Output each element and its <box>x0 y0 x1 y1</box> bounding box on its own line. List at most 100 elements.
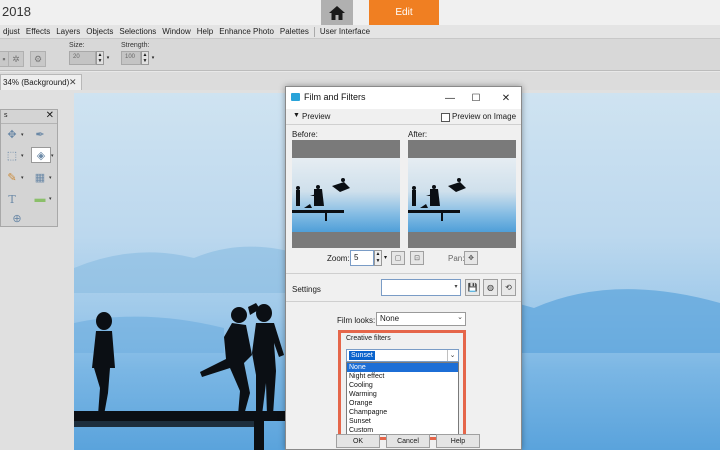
size-dropdown-icon[interactable]: ▾ <box>104 51 112 65</box>
settings-dropdown[interactable] <box>381 279 461 296</box>
menu-palettes[interactable]: Palettes <box>277 27 312 36</box>
document-tab[interactable]: 34% (Background) ✕ <box>0 74 82 90</box>
creative-filters-label: Creative filters <box>346 335 391 342</box>
before-silhouettes <box>292 178 350 221</box>
tools-palette: s ✕ ✥ ▾ ✒ ⬚ ▾ ◈ ▾ ✎ ▾ ▦ ▾ T ▬ ▾ ⊕ <box>0 109 58 227</box>
maximize-icon[interactable]: ☐ <box>468 90 484 106</box>
home-icon <box>329 5 345 20</box>
zoom-to-fit-button[interactable]: ▢ <box>391 251 405 265</box>
document-tab-label: 34% (Background) <box>3 78 70 87</box>
app-title-fragment: 2018 <box>2 4 31 19</box>
minimize-icon[interactable]: — <box>442 90 458 106</box>
film-looks-select[interactable]: None ⌄ <box>376 312 466 326</box>
menu-adjust[interactable]: djust <box>0 27 23 36</box>
creative-filters-group: Creative filters Sunset ⌄ None Night eff… <box>338 330 466 440</box>
tools-palette-title: s <box>4 112 8 119</box>
selection-icon[interactable]: ⬚ <box>5 148 19 162</box>
dropdown-option-warming[interactable]: Warming <box>347 390 458 399</box>
menu-effects[interactable]: Effects <box>23 27 53 36</box>
menu-separator <box>313 26 315 37</box>
size-label: Size: <box>69 42 85 49</box>
chevron-down-icon: ▾ <box>49 175 52 181</box>
menu-layers[interactable]: Layers <box>53 27 83 36</box>
film-and-filters-dialog: Film and Filters — ☐ ✕ ▼ Preview Preview… <box>285 86 522 450</box>
after-image <box>408 158 516 232</box>
pan-label: Pan: <box>448 254 465 263</box>
tool-options-bar: ▪ ✲ ⚙ Size: 20 ▲ ▼ ▾ Strength: 100 ▲ ▼ ▾ <box>0 39 720 71</box>
preview-label[interactable]: Preview <box>302 112 330 121</box>
close-icon[interactable]: ✕ <box>498 90 514 106</box>
ok-button[interactable]: OK <box>336 434 380 448</box>
dropdown-option-night-effect[interactable]: Night effect <box>347 372 458 381</box>
menu-selections[interactable]: Selections <box>116 27 159 36</box>
divider <box>286 273 521 274</box>
brush-variance-icon[interactable]: ⚙ <box>30 51 46 67</box>
chevron-down-icon: ▾ <box>49 196 52 202</box>
close-icon[interactable]: ✕ <box>46 110 54 121</box>
film-icon <box>291 93 300 101</box>
menu-bar: djust Effects Layers Objects Selections … <box>0 25 720 39</box>
strength-spinner[interactable]: ▲ ▼ <box>141 51 149 65</box>
dropdown-option-none[interactable]: None <box>347 363 458 372</box>
bandage-icon[interactable]: ◈ <box>31 147 51 163</box>
help-button[interactable]: Help <box>436 434 480 448</box>
home-button[interactable] <box>321 0 353 25</box>
size-spinner[interactable]: ▲ ▼ <box>96 51 104 65</box>
size-field[interactable]: 20 <box>69 51 96 65</box>
after-label: After: <box>408 130 428 139</box>
menu-help[interactable]: Help <box>194 27 216 36</box>
text-icon[interactable]: T <box>5 192 19 206</box>
chevron-down-icon[interactable]: ⌄ <box>447 350 457 361</box>
strength-dropdown-icon[interactable]: ▾ <box>149 51 157 65</box>
strength-label: Strength: <box>121 42 150 49</box>
preview-on-image-label[interactable]: Preview on Image <box>452 112 516 121</box>
edit-tab[interactable]: Edit <box>369 0 439 25</box>
gear-icon[interactable]: ✲ <box>8 51 24 67</box>
creative-filters-select[interactable]: Sunset ⌄ <box>346 349 459 362</box>
menu-objects[interactable]: Objects <box>83 27 116 36</box>
delete-preset-button[interactable]: ◍ <box>483 279 498 296</box>
creative-filters-value: Sunset <box>349 351 375 360</box>
gradient-icon[interactable]: ▦ <box>33 170 47 184</box>
preview-section-header: ▼ Preview Preview on Image <box>286 109 521 125</box>
film-looks-label: Film looks: <box>337 316 376 325</box>
dropdown-option-champagne[interactable]: Champagne <box>347 408 458 417</box>
chevron-down-icon[interactable]: ▾ <box>382 250 389 266</box>
object-picker-icon[interactable]: ⊕ <box>10 211 24 225</box>
preview-on-image-checkbox[interactable] <box>441 113 450 122</box>
zoom-label: Zoom: <box>327 254 350 263</box>
chevron-down-icon: ▾ <box>21 132 24 138</box>
strength-field[interactable]: 100 <box>121 51 141 65</box>
divider <box>286 301 521 302</box>
tools-palette-header: s ✕ <box>1 110 57 124</box>
menu-user-interface[interactable]: User Interface <box>317 27 373 36</box>
menu-enhance-photo[interactable]: Enhance Photo <box>216 27 277 36</box>
pan-move-icon[interactable]: ✥ <box>5 127 19 141</box>
dialog-title-bar: Film and Filters — ☐ ✕ <box>286 87 521 109</box>
collapse-arrow-icon[interactable]: ▼ <box>293 112 300 119</box>
pan-button[interactable]: ✥ <box>464 251 478 265</box>
save-preset-button[interactable]: 💾 <box>465 279 480 296</box>
chevron-down-icon: ▾ <box>21 153 24 159</box>
dialog-title: Film and Filters <box>304 92 366 102</box>
dropdown-option-orange[interactable]: Orange <box>347 399 458 408</box>
cancel-button[interactable]: Cancel <box>386 434 430 448</box>
before-preview[interactable] <box>292 140 400 248</box>
chevron-down-icon[interactable]: ▾ <box>451 279 461 296</box>
shape-icon[interactable]: ▬ <box>33 192 47 206</box>
after-preview[interactable] <box>408 140 516 248</box>
menu-window[interactable]: Window <box>159 27 193 36</box>
reset-button[interactable]: ⟲ <box>501 279 516 296</box>
zoom-input[interactable]: 5 <box>350 250 374 266</box>
zoom-actual-size-button[interactable]: ⊡ <box>410 251 424 265</box>
eyedropper-icon[interactable]: ✒ <box>33 127 47 141</box>
zoom-spinner[interactable]: ▲ ▼ <box>374 250 382 266</box>
before-label: Before: <box>292 130 318 139</box>
dropdown-option-sunset[interactable]: Sunset <box>347 417 458 426</box>
settings-label: Settings <box>292 285 321 294</box>
close-icon[interactable]: ✕ <box>69 77 77 88</box>
dropdown-option-cooling[interactable]: Cooling <box>347 381 458 390</box>
chevron-down-icon: ⌄ <box>457 314 463 321</box>
brush-icon[interactable]: ✎ <box>5 170 19 184</box>
chevron-down-icon: ▾ <box>51 153 54 159</box>
